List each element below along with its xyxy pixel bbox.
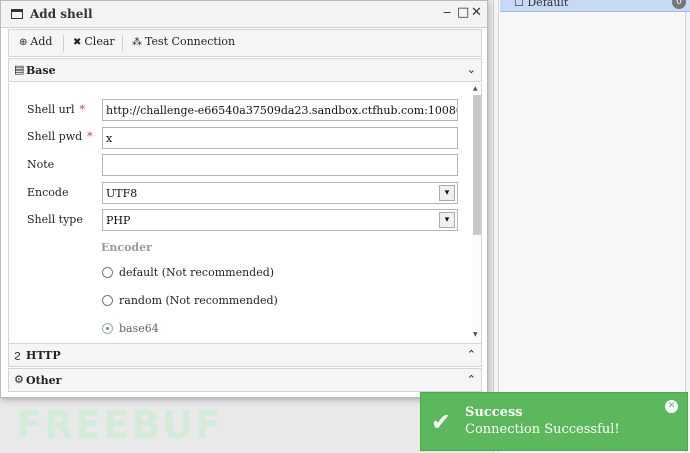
clear-button[interactable]: ✖ Clear (73, 35, 115, 48)
radio-button[interactable] (102, 267, 113, 278)
toast-message: Connection Successful! (465, 422, 620, 437)
chevron-up-icon[interactable]: ⌃ (467, 373, 476, 386)
dialog-titlebar[interactable]: Add shell ‒ □ ✕ (1, 1, 487, 28)
base-section-header[interactable]: ▤ Base ⌄ (8, 58, 482, 82)
encoder-option-default[interactable]: default (Not recommended) (102, 266, 274, 279)
form-scrollbar[interactable]: ▲ ▼ (472, 83, 481, 341)
base-form: Shell url * http://challenge-e66540a37509… (8, 83, 482, 343)
success-toast: ✔ Success Connection Successful! ✕ (420, 392, 688, 451)
test-connection-button[interactable]: ⁂ Test Connection (132, 35, 235, 48)
shell-type-select[interactable]: PHP ▾ (102, 209, 458, 231)
x-icon: ✖ (73, 37, 82, 48)
scrollbar-thumb[interactable] (473, 95, 481, 235)
radio-button-selected[interactable] (102, 323, 113, 334)
other-section-label: Other (26, 374, 62, 387)
shell-url-input[interactable]: http://challenge-e66540a37509da23.sandbo… (102, 99, 458, 121)
plus-circle-icon: ⊕ (19, 37, 28, 48)
close-icon[interactable]: ✕ (471, 5, 482, 20)
required-mark: * (87, 130, 93, 143)
watermark-logo: FREEBUF (16, 403, 223, 447)
default-group-label: ☐ Default (514, 0, 569, 9)
http-section-label: HTTP (26, 349, 61, 362)
group-count-badge: 0 (672, 0, 686, 9)
chevron-down-icon[interactable]: ▾ (439, 185, 455, 201)
encoder-option-random[interactable]: random (Not recommended) (102, 294, 278, 307)
http-section-header[interactable]: ϩ HTTP ⌃ (8, 343, 482, 367)
encode-select[interactable]: UTF8 ▾ (102, 182, 458, 204)
gears-icon: ⚙ (14, 373, 24, 386)
shell-type-value: PHP (106, 214, 131, 227)
encoder-option-base64[interactable]: base64 (102, 322, 159, 335)
window-icon (11, 9, 23, 19)
other-section-header[interactable]: ⚙ Other ⌃ (8, 368, 482, 392)
add-shell-dialog: Add shell ‒ □ ✕ ⊕ Add ✖ Clear ⁂ Test Connec… (0, 0, 488, 398)
default-group-item[interactable]: ☐ Default 0 (500, 0, 690, 12)
close-icon[interactable]: ✕ (665, 400, 678, 413)
base-section-label: Base (26, 64, 56, 77)
add-button[interactable]: ⊕ Add (19, 35, 52, 48)
required-mark: * (79, 103, 86, 116)
dialog-title: Add shell (30, 7, 93, 21)
toast-title: Success (465, 405, 523, 420)
radio-button[interactable] (102, 295, 113, 306)
minimize-icon[interactable]: ‒ (443, 5, 451, 20)
background-panel (493, 0, 690, 453)
encode-value: UTF8 (106, 187, 138, 200)
checkmark-icon: ✔ (431, 408, 452, 436)
chevron-up-icon[interactable]: ⌃ (467, 348, 476, 361)
maximize-icon[interactable]: □ (457, 5, 469, 20)
chevron-down-icon[interactable]: ▾ (439, 212, 455, 228)
note-input[interactable] (102, 154, 458, 176)
shell-type-label: Shell type (27, 213, 83, 226)
note-label: Note (27, 158, 55, 171)
toolbar-divider (122, 35, 123, 52)
shell-url-label: Shell url * (27, 103, 86, 116)
encoder-title: Encoder (101, 241, 152, 254)
spinner-icon: ⁂ (132, 37, 142, 48)
chevron-down-icon[interactable]: ⌄ (467, 63, 476, 76)
scroll-down-icon[interactable]: ▼ (473, 331, 478, 338)
list-icon: ▤ (14, 63, 25, 76)
toolbar-divider (63, 35, 64, 52)
http-icon: ϩ (14, 348, 21, 361)
dialog-toolbar: ⊕ Add ✖ Clear ⁂ Test Connection (8, 29, 482, 57)
scroll-up-icon[interactable]: ▲ (473, 85, 478, 92)
shell-pwd-label: Shell pwd * (27, 130, 93, 143)
encode-label: Encode (27, 186, 69, 199)
shell-pwd-input[interactable]: x (102, 127, 458, 149)
